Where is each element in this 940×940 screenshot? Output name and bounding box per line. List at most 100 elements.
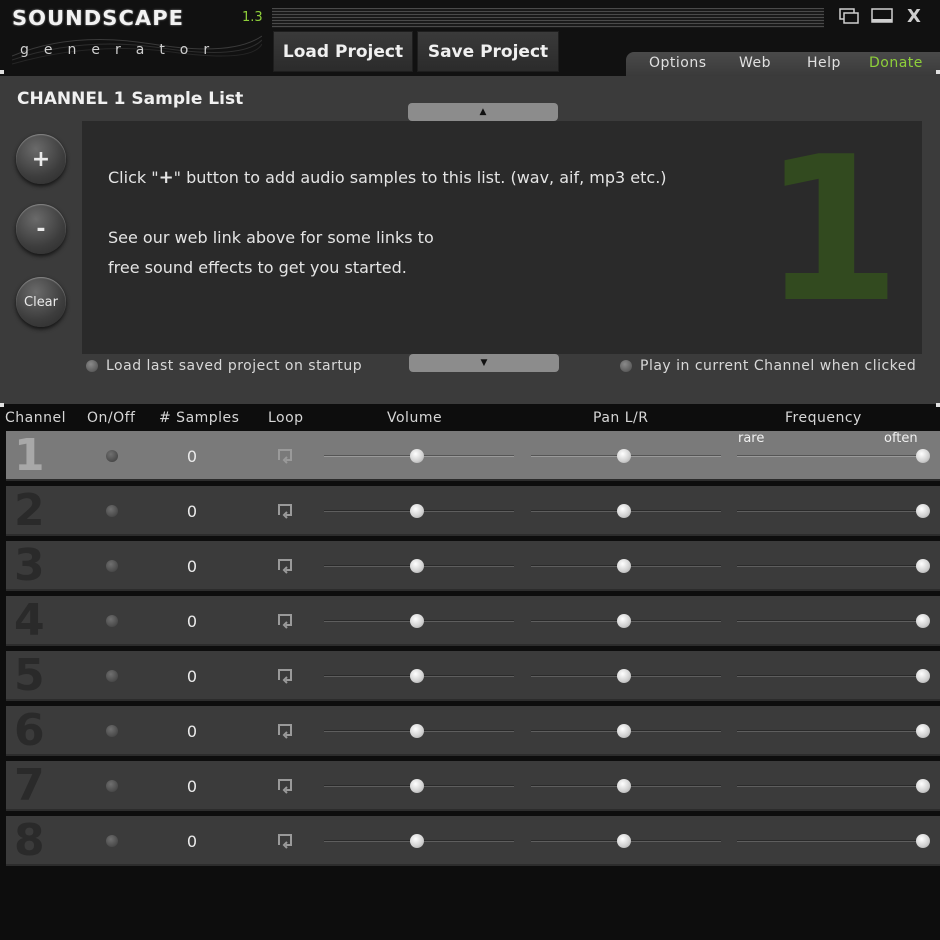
channel-number: 3 (14, 540, 45, 591)
channel-onoff-toggle[interactable] (106, 505, 118, 517)
frequency-slider[interactable] (737, 663, 930, 689)
loop-icon[interactable] (275, 556, 295, 576)
frequency-slider-track (737, 730, 923, 732)
pan-slider-knob[interactable] (617, 779, 632, 793)
channel-onoff-toggle[interactable] (106, 725, 118, 737)
loop-icon[interactable] (275, 611, 295, 631)
menu-donate[interactable]: Donate (869, 55, 923, 71)
pan-slider[interactable] (531, 773, 721, 799)
channel-row[interactable]: 1 0 rare often (6, 431, 940, 481)
mini-mode-button[interactable] (837, 6, 861, 26)
pan-slider-knob[interactable] (617, 504, 632, 518)
load-last-radio[interactable] (86, 360, 98, 372)
add-sample-button[interactable]: + (16, 134, 66, 184)
channel-onoff-toggle[interactable] (106, 835, 118, 847)
menu-help[interactable]: Help (807, 55, 841, 71)
frequency-slider-track (737, 620, 923, 622)
channel-sample-count: 0 (186, 557, 198, 576)
frequency-slider[interactable] (737, 828, 930, 854)
channel-row[interactable]: 80 (6, 816, 940, 866)
volume-slider[interactable] (324, 718, 514, 744)
frequency-slider[interactable] (737, 718, 930, 744)
frequency-slider-knob[interactable] (916, 724, 930, 738)
scroll-up-button[interactable]: ▲ (408, 103, 558, 121)
loop-icon[interactable] (275, 501, 295, 521)
close-button[interactable]: X (902, 5, 926, 27)
pan-slider[interactable] (531, 718, 721, 744)
channel-row[interactable]: 30 (6, 541, 940, 591)
frequency-slider[interactable] (737, 553, 930, 579)
volume-slider-knob[interactable] (410, 614, 425, 628)
play-current-label: Play in current Channel when clicked (640, 358, 917, 374)
volume-slider[interactable] (324, 608, 514, 634)
pan-slider-knob[interactable] (617, 834, 632, 848)
loop-icon[interactable] (275, 721, 295, 741)
channel-onoff-toggle[interactable] (106, 560, 118, 572)
pan-slider[interactable] (531, 443, 721, 469)
pan-slider[interactable] (531, 553, 721, 579)
pan-slider[interactable] (531, 498, 721, 524)
play-current-radio[interactable] (620, 360, 632, 372)
frequency-slider[interactable] (737, 498, 930, 524)
load-project-button[interactable]: Load Project (273, 31, 413, 72)
loop-icon[interactable] (275, 776, 295, 796)
frequency-slider[interactable] (737, 773, 930, 799)
frequency-slider-knob[interactable] (916, 779, 930, 793)
volume-slider[interactable] (324, 443, 514, 469)
channel-onoff-toggle[interactable] (106, 615, 118, 627)
pan-slider-knob[interactable] (617, 724, 632, 738)
channel-row[interactable]: 50 (6, 651, 940, 701)
pan-slider[interactable] (531, 828, 721, 854)
volume-slider-knob[interactable] (410, 504, 425, 518)
pan-slider[interactable] (531, 663, 721, 689)
volume-slider[interactable] (324, 828, 514, 854)
frequency-slider-knob[interactable] (916, 614, 930, 628)
corner-marker (0, 70, 4, 74)
save-project-button[interactable]: Save Project (417, 31, 559, 72)
pan-slider-knob[interactable] (617, 449, 632, 463)
channel-onoff-toggle[interactable] (106, 450, 118, 462)
channel-row[interactable]: 40 (6, 596, 940, 646)
frequency-slider-knob[interactable] (916, 834, 930, 848)
pan-slider-knob[interactable] (617, 614, 632, 628)
frequency-slider-knob[interactable] (916, 669, 930, 683)
channel-row[interactable]: 70 (6, 761, 940, 811)
frequency-slider-knob[interactable] (916, 504, 930, 518)
remove-sample-button[interactable]: - (16, 204, 66, 254)
channel-row[interactable]: 60 (6, 706, 940, 756)
menu-bar: Options Web Help Donate (626, 52, 940, 76)
frequency-slider[interactable] (737, 608, 930, 634)
loop-icon[interactable] (275, 666, 295, 686)
volume-slider-knob[interactable] (410, 449, 425, 463)
volume-slider-knob[interactable] (410, 559, 425, 573)
close-icon: X (907, 5, 921, 27)
load-last-option[interactable]: Load last saved project on startup (86, 358, 362, 374)
channel-onoff-toggle[interactable] (106, 780, 118, 792)
frequency-slider[interactable] (737, 443, 930, 469)
volume-slider[interactable] (324, 553, 514, 579)
channel-row[interactable]: 20 (6, 486, 940, 536)
volume-slider-knob[interactable] (410, 834, 425, 848)
menu-web[interactable]: Web (739, 55, 771, 71)
volume-slider[interactable] (324, 498, 514, 524)
pan-slider[interactable] (531, 608, 721, 634)
volume-slider-knob[interactable] (410, 724, 425, 738)
minimize-button[interactable] (870, 6, 894, 26)
clear-samples-button[interactable]: Clear (16, 277, 66, 327)
sample-list[interactable]: Click "+" button to add audio samples to… (82, 121, 922, 354)
volume-slider-knob[interactable] (410, 669, 425, 683)
channel-onoff-toggle[interactable] (106, 670, 118, 682)
menu-options[interactable]: Options (649, 55, 707, 71)
pan-slider-knob[interactable] (617, 669, 632, 683)
frequency-slider-knob[interactable] (916, 559, 930, 573)
loop-icon[interactable] (275, 446, 295, 466)
volume-slider-knob[interactable] (410, 779, 425, 793)
channel-sample-count: 0 (186, 502, 198, 521)
loop-icon[interactable] (275, 831, 295, 851)
frequency-slider-knob[interactable] (916, 449, 930, 463)
volume-slider[interactable] (324, 663, 514, 689)
scroll-down-button[interactable]: ▼ (409, 354, 559, 372)
pan-slider-knob[interactable] (617, 559, 632, 573)
play-current-option[interactable]: Play in current Channel when clicked (620, 358, 916, 374)
volume-slider[interactable] (324, 773, 514, 799)
